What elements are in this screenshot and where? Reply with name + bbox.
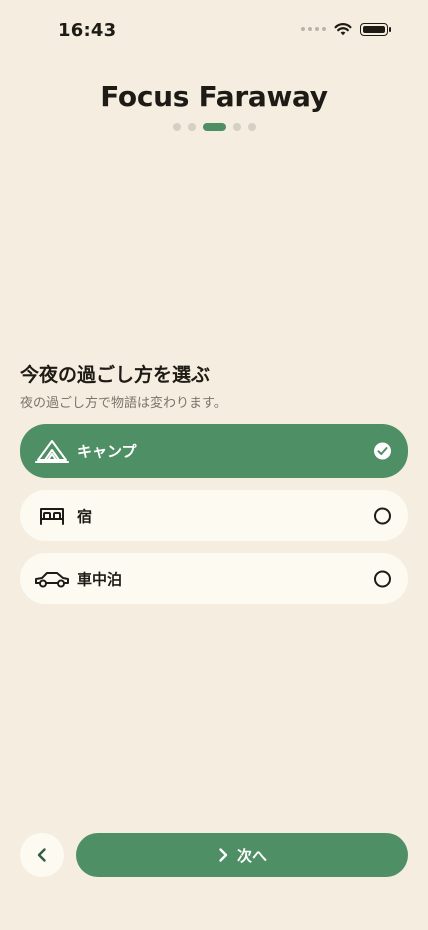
status-bar: 16:43: [0, 0, 428, 60]
next-button[interactable]: 次へ: [76, 833, 408, 877]
option-inn[interactable]: 宿: [20, 490, 408, 541]
page-dot-active: [202, 123, 226, 131]
next-button-label: 次へ: [236, 846, 267, 865]
section-title: 今夜の過ごし方を選ぶ: [20, 364, 211, 386]
wifi-icon: [334, 23, 352, 36]
page-dot: [172, 123, 181, 131]
option-label: 宿: [77, 507, 93, 525]
back-button[interactable]: [20, 833, 64, 877]
chevron-right-icon: [219, 848, 228, 862]
cellular-signal-icon: [301, 27, 326, 31]
tent-icon: [32, 437, 72, 465]
option-camp[interactable]: キャンプ: [20, 424, 408, 478]
page-dot: [247, 123, 256, 131]
page-indicator: [0, 123, 428, 131]
car-icon: [32, 565, 72, 593]
battery-icon: [360, 22, 391, 36]
status-icons: [301, 22, 391, 36]
radio-empty-icon: [374, 570, 391, 587]
page-dot: [187, 123, 196, 131]
option-label: キャンプ: [77, 442, 137, 461]
status-time: 16:43: [58, 20, 117, 41]
option-car[interactable]: 車中泊: [20, 553, 408, 604]
chevron-left-icon: [37, 848, 46, 862]
app-title: Focus Faraway: [100, 80, 328, 113]
bed-icon: [32, 502, 72, 530]
page-dot: [232, 123, 241, 131]
option-label: 車中泊: [77, 570, 123, 588]
radio-empty-icon: [374, 507, 391, 524]
section-subtitle: 夜の過ごし方で物語は変わります。: [20, 396, 227, 411]
checkmark-circle-icon: [374, 442, 391, 460]
